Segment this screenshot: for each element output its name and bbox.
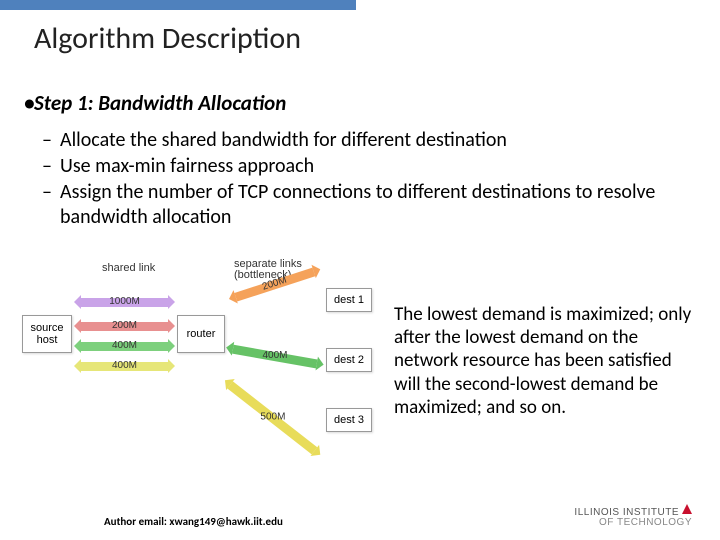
logo-triangle-icon: [682, 504, 692, 517]
dest-1-box: dest 1: [326, 288, 372, 312]
sub-bullet-2: –Use max-min fairness approach: [60, 154, 670, 179]
step-heading: • Step 1: Bandwidth Allocation: [34, 90, 286, 116]
author-email: Author email: xwang149@hawk.iit.edu: [104, 515, 283, 528]
network-diagram: shared link separate links (bottleneck) …: [22, 265, 392, 460]
step-text: Step 1: Bandwidth Allocation: [34, 90, 286, 116]
dest-2-box: dest 2: [326, 348, 372, 372]
dest-3-box: dest 3: [326, 408, 372, 432]
source-host-box: source host: [22, 315, 72, 353]
bottleneck-arrow-500m: 500M: [222, 377, 322, 460]
logo-line-2: OF TECHNOLOGY: [574, 518, 692, 528]
shared-arrow-1000m: 1000M: [77, 295, 172, 310]
slide-title: Algorithm Description: [34, 20, 301, 57]
bottleneck-arrow-400m: 400M: [228, 341, 322, 372]
bullet-dot: •: [24, 90, 34, 116]
iit-logo: ILLINOIS INSTITUTE OF TECHNOLOGY: [574, 504, 692, 528]
shared-arrow-400m-b: 400M: [77, 359, 172, 374]
shared-arrow-400m-a: 400M: [77, 339, 172, 354]
description-text: The lowest demand is maximized; only aft…: [394, 303, 696, 419]
router-box: router: [177, 315, 225, 353]
shared-arrow-200m: 200M: [77, 319, 172, 334]
shared-link-label: shared link: [102, 262, 155, 274]
sub-bullet-1: –Allocate the shared bandwidth for diffe…: [60, 128, 670, 153]
accent-bar: [0, 0, 356, 10]
sub-bullet-3: –Assign the number of TCP connections to…: [60, 180, 670, 230]
